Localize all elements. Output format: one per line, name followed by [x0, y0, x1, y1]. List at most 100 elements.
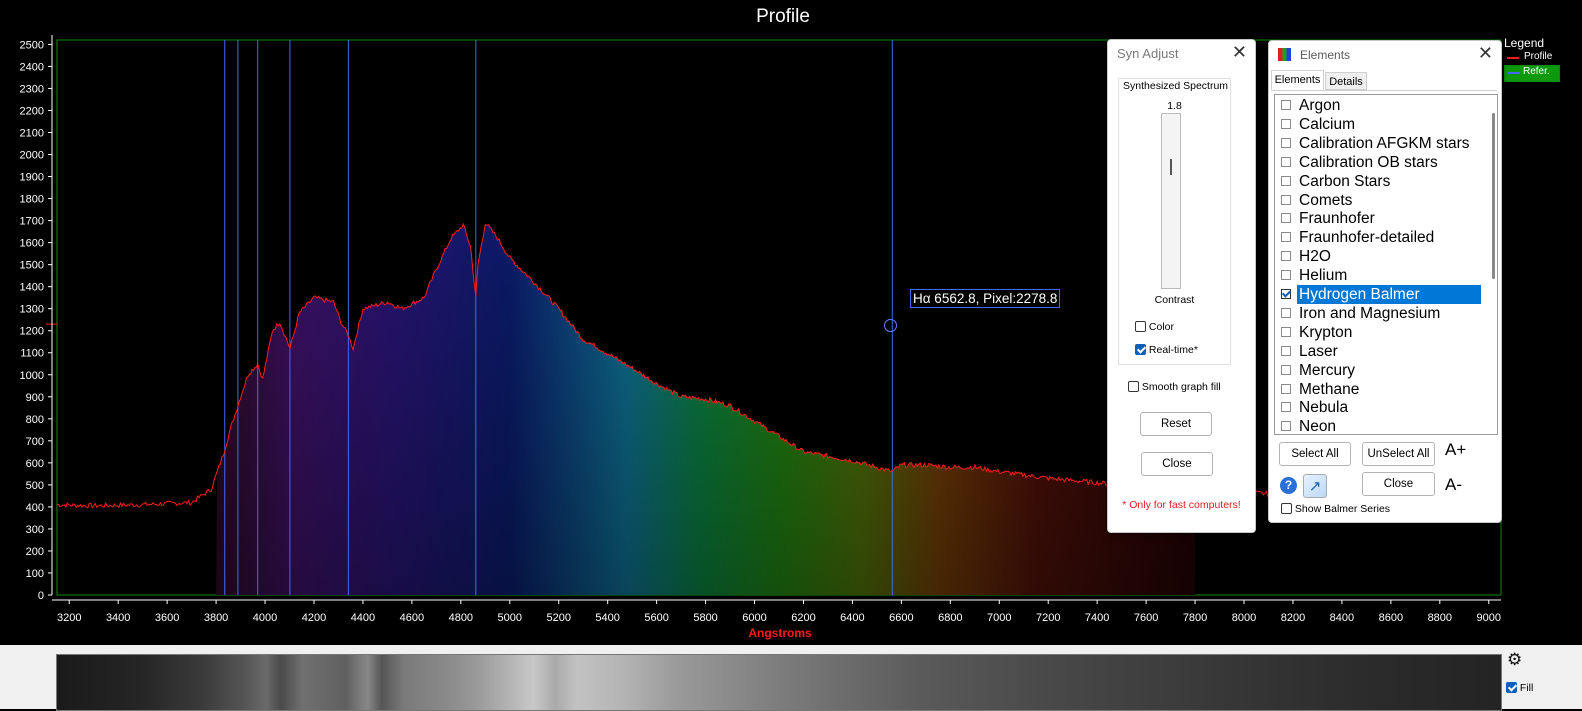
element-checkbox[interactable] [1281, 402, 1291, 413]
tab-elements[interactable]: Elements [1271, 70, 1324, 90]
element-checkbox[interactable] [1281, 383, 1291, 394]
spectrum-strip[interactable] [56, 654, 1502, 711]
element-list-item[interactable]: Carbon Stars [1281, 172, 1392, 191]
y-tick-label: 1900 [20, 172, 44, 184]
element-checkbox[interactable] [1281, 364, 1291, 375]
syn-adjust-close-icon[interactable]: ✕ [1232, 42, 1247, 64]
help-icon[interactable]: ? [1280, 477, 1297, 494]
font-increase-label: A+ [1445, 440, 1467, 459]
element-list-item[interactable]: Calibration AFGKM stars [1281, 134, 1472, 153]
element-list-item[interactable]: Laser [1281, 342, 1340, 361]
elements-titlebar[interactable]: Elements ✕ [1269, 41, 1501, 67]
fill-checkbox[interactable]: Fill [1506, 682, 1533, 694]
x-tick-label: 8200 [1281, 612, 1305, 624]
y-tick-label: 1600 [20, 238, 44, 250]
elements-close-button[interactable]: Close [1362, 472, 1435, 496]
y-tick-label: 2200 [20, 105, 44, 117]
link-arrow-icon[interactable]: ↗ [1303, 474, 1327, 498]
element-checkbox[interactable] [1281, 251, 1291, 262]
fill-check-icon[interactable] [1506, 682, 1517, 693]
realtime-checkbox[interactable]: Real-time* [1135, 344, 1198, 356]
element-list-item[interactable]: Comets [1281, 191, 1354, 210]
element-list-item[interactable]: Helium [1281, 266, 1349, 285]
element-list-item[interactable]: Neon [1281, 417, 1338, 435]
show-balmer-check-icon[interactable] [1281, 503, 1292, 514]
contrast-slider[interactable] [1161, 113, 1181, 289]
color-checkbox[interactable]: Color [1135, 321, 1174, 333]
element-list-item[interactable]: Fraunhofer-detailed [1281, 228, 1436, 247]
element-checkbox[interactable] [1281, 421, 1291, 432]
show-balmer-checkbox[interactable]: Show Balmer Series [1281, 503, 1390, 515]
legend-item-reference[interactable]: Refer. [1504, 65, 1560, 82]
fast-computer-note: * Only for fast computers! [1122, 499, 1241, 511]
element-list-item[interactable]: H2O [1281, 247, 1333, 266]
element-checkbox[interactable] [1281, 213, 1291, 224]
element-checkbox[interactable] [1281, 345, 1291, 356]
reset-button[interactable]: Reset [1140, 412, 1212, 436]
element-label: Carbon Stars [1299, 172, 1391, 190]
element-checkbox[interactable] [1281, 137, 1291, 148]
y-tick-label: 1500 [20, 260, 44, 272]
element-list-item[interactable]: Calcium [1281, 115, 1357, 134]
list-scrollbar[interactable] [1492, 113, 1495, 279]
element-checkbox[interactable] [1281, 232, 1291, 243]
elements-list[interactable]: Argon Calcium Calibration AFGKM stars Calib… [1274, 94, 1498, 435]
syn-close-button[interactable]: Close [1141, 452, 1213, 476]
element-label: Hydrogen Balmer [1297, 285, 1481, 304]
syn-adjust-titlebar[interactable]: Syn Adjust ✕ [1108, 40, 1255, 66]
x-tick-label: 4200 [302, 612, 326, 624]
x-tick-label: 7000 [987, 612, 1011, 624]
realtime-check-icon[interactable] [1135, 344, 1146, 355]
element-label: Mercury [1299, 361, 1355, 379]
element-list-item[interactable]: Krypton [1281, 323, 1354, 342]
spectrum-fill-shade [216, 224, 1196, 595]
element-checkbox[interactable] [1281, 156, 1291, 167]
element-label: Laser [1299, 342, 1338, 360]
element-checkbox[interactable] [1281, 194, 1291, 205]
element-list-item[interactable]: Argon [1281, 96, 1342, 115]
element-list-item[interactable]: Calibration OB stars [1281, 153, 1440, 172]
elements-panel: Elements ✕ Elements Details Argon Calcium… [1268, 40, 1502, 523]
smooth-check-icon[interactable] [1128, 381, 1139, 392]
tab-details[interactable]: Details [1325, 72, 1367, 90]
element-list-item[interactable]: Nebula [1281, 398, 1350, 417]
color-check-icon[interactable] [1135, 321, 1146, 332]
element-checkbox[interactable] [1281, 289, 1291, 299]
x-tick-label: 3200 [57, 612, 81, 624]
y-tick-label: 400 [26, 502, 44, 514]
font-increase-button[interactable]: A+ [1445, 440, 1466, 460]
unselect-all-button[interactable]: UnSelect All [1362, 442, 1435, 466]
element-list-item[interactable]: Hydrogen Balmer [1281, 285, 1481, 304]
element-checkbox[interactable] [1281, 175, 1291, 186]
element-list-item[interactable]: Fraunhofer [1281, 209, 1377, 228]
y-tick-label: 1700 [20, 216, 44, 228]
x-tick-label: 5000 [498, 612, 522, 624]
element-checkbox[interactable] [1281, 326, 1291, 337]
slider-caption: Contrast [1154, 294, 1195, 306]
element-list-item[interactable]: Mercury [1281, 361, 1357, 380]
element-checkbox[interactable] [1281, 118, 1291, 129]
syn-adjust-panel: Syn Adjust ✕ Synthesized Spectrum 1.8 Co… [1107, 39, 1256, 533]
element-list-item[interactable]: Methane [1281, 380, 1361, 399]
element-label: Neon [1299, 418, 1337, 435]
element-label: Helium [1299, 267, 1348, 285]
elements-close-icon[interactable]: ✕ [1478, 43, 1493, 65]
font-decrease-button[interactable]: A- [1445, 475, 1462, 495]
slider-thumb[interactable] [1170, 159, 1172, 175]
select-all-button[interactable]: Select All [1279, 442, 1351, 466]
x-tick-label: 6600 [889, 612, 913, 624]
y-tick-label: 1100 [20, 348, 44, 360]
y-tick-label: 800 [26, 414, 44, 426]
marker-label: Hα 6562.8, Pixel:2278.8 [910, 289, 1061, 308]
gear-icon[interactable]: ⚙ [1507, 651, 1525, 669]
element-list-item[interactable]: Iron and Magnesium [1281, 304, 1442, 323]
element-label: Calibration AFGKM stars [1299, 134, 1470, 152]
x-tick-label: 8600 [1379, 612, 1403, 624]
element-checkbox[interactable] [1281, 100, 1291, 110]
element-checkbox[interactable] [1281, 270, 1291, 281]
marker-circle[interactable] [884, 319, 897, 332]
legend-item-profile[interactable]: Profile [1504, 51, 1564, 65]
element-checkbox[interactable] [1281, 307, 1291, 318]
smooth-fill-checkbox[interactable]: Smooth graph fill [1128, 381, 1221, 393]
legend-title: Legend [1504, 36, 1545, 50]
